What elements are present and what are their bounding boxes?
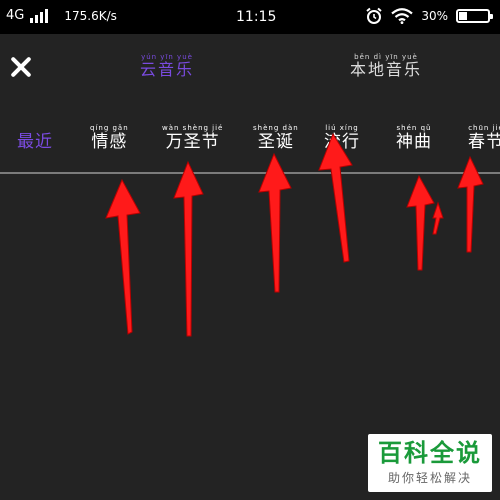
- category-label: 万圣节: [165, 132, 220, 152]
- category-tab-halloween[interactable]: wàn shèng jié 万圣节: [162, 124, 223, 152]
- network-type: 4G: [6, 8, 25, 23]
- category-tab-recent[interactable]: 最近: [17, 124, 53, 152]
- status-bar: 4G 175.6K/s 11:15 30%: [0, 0, 500, 34]
- category-tab-viral-hits[interactable]: shén qǔ 神曲: [396, 124, 432, 152]
- signal-icon: [30, 8, 49, 23]
- category-pinyin: shèng dàn: [253, 124, 299, 132]
- tab-cloud-music[interactable]: yún yīn yuè 云音乐: [140, 53, 194, 79]
- status-left: 4G 175.6K/s: [6, 8, 117, 23]
- alarm-clock-icon: [366, 7, 382, 24]
- arrow-icon: [432, 201, 444, 235]
- category-pinyin: chūn jié: [468, 124, 500, 132]
- category-tab-emotion[interactable]: qíng gǎn 情感: [90, 124, 129, 152]
- battery-icon: [456, 9, 493, 23]
- close-icon[interactable]: [8, 54, 34, 80]
- category-pinyin: qíng gǎn: [90, 124, 129, 132]
- watermark: 百科全说 助你轻松解决: [368, 434, 492, 492]
- category-label: 情感: [91, 132, 128, 152]
- category-tab-pop[interactable]: liú xíng 流行: [324, 124, 360, 152]
- category-label: 春节: [468, 132, 500, 152]
- category-pinyin: wàn shèng jié: [162, 124, 224, 132]
- watermark-subtitle: 助你轻松解决: [387, 471, 472, 485]
- arrow-icon: [173, 160, 204, 337]
- arrow-icon: [318, 132, 353, 263]
- category-tab-spring-festival[interactable]: chūn jié 春节: [468, 124, 500, 152]
- category-label: 圣诞: [257, 132, 294, 152]
- category-pinyin: [17, 124, 53, 132]
- tab-divider: [0, 172, 500, 174]
- tab-local-music[interactable]: běn dì yīn yuè 本地音乐: [350, 53, 422, 79]
- category-pinyin: liú xíng: [325, 124, 359, 132]
- arrow-icon: [105, 178, 141, 335]
- category-tab-christmas[interactable]: shèng dàn 圣诞: [253, 124, 299, 152]
- wifi-icon: [391, 8, 414, 24]
- category-label: 神曲: [396, 132, 432, 152]
- category-label: 最近: [17, 132, 53, 152]
- arrow-icon: [406, 174, 435, 271]
- watermark-title: 百科全说: [378, 439, 482, 467]
- status-time: 11:15: [236, 9, 277, 25]
- status-right: 30%: [365, 7, 493, 25]
- tab-label: 本地音乐: [350, 60, 423, 79]
- arrow-icon: [258, 152, 292, 293]
- network-speed: 175.6K/s: [64, 8, 117, 23]
- category-label: 流行: [324, 132, 360, 152]
- tab-label: 云音乐: [140, 60, 195, 79]
- battery-percent: 30%: [421, 9, 448, 23]
- annotation-arrows: [105, 132, 484, 337]
- category-pinyin: shén qǔ: [396, 124, 432, 132]
